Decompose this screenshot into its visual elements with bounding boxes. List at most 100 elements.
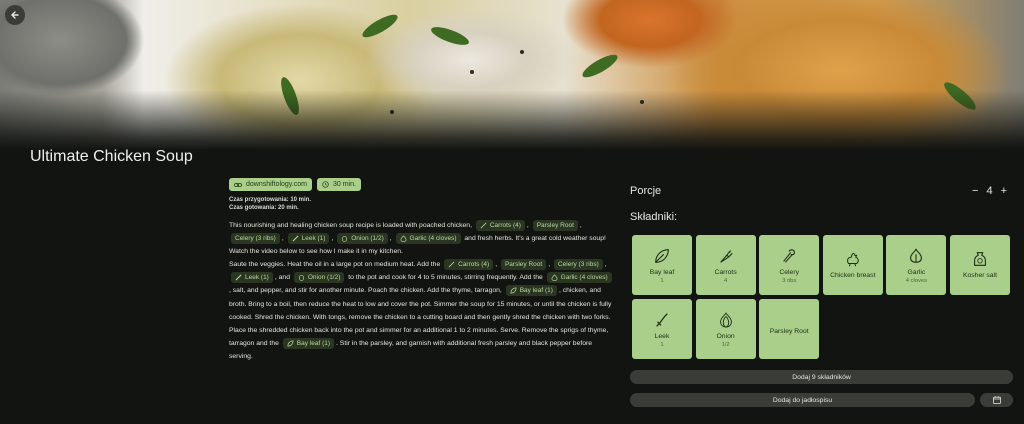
garlic-icon	[400, 235, 407, 242]
desc-text: , salt, and pepper, and stir for another…	[229, 287, 502, 295]
ingredient-chip-leek[interactable]: Leek (1)	[287, 232, 330, 244]
leek-icon	[656, 312, 668, 327]
garlic-icon	[551, 274, 558, 281]
ingredient-tile-garlic[interactable]: Garlic 4 cloves	[886, 235, 947, 295]
ingredient-chip-label: Garlic (4 cloves)	[409, 234, 457, 242]
ingredient-chip-carrots[interactable]: Carrots (4)	[475, 219, 525, 231]
garlic-icon	[910, 248, 923, 263]
back-button[interactable]	[5, 5, 25, 25]
ingredient-qty: 4 cloves	[905, 277, 927, 284]
prep-time: Czas przygotowania: 10 min.	[229, 197, 312, 203]
ingredient-chip-label: Onion (1/2)	[351, 234, 384, 242]
leek-icon	[292, 235, 299, 242]
recipe-hero-image	[0, 0, 1024, 150]
recipe-title: Ultimate Chicken Soup	[30, 148, 193, 165]
ingredient-chip-onion[interactable]: Onion (1/2)	[337, 232, 388, 244]
time-label: 30 min.	[332, 181, 356, 188]
salt-icon	[974, 251, 986, 266]
ingredient-chip-label: Leek (1)	[301, 234, 326, 242]
add-to-meal-plan-button[interactable]: Dodaj do jadłospisu	[630, 393, 975, 407]
recipe-chips: downshiftology.com 30 min.	[229, 178, 361, 191]
ingredient-tile-parsley-root[interactable]: Parsley Root	[759, 299, 820, 359]
clock-icon	[322, 181, 329, 188]
ingredient-chip-parsley-root[interactable]: Parsley Root	[532, 219, 578, 231]
source-link-chip[interactable]: downshiftology.com	[229, 178, 312, 191]
bay-leaf-icon	[287, 340, 294, 347]
herb-decoration	[579, 50, 621, 82]
ingredient-chip-label: Bay leaf (1)	[519, 287, 553, 295]
ingredient-tile-kosher-salt[interactable]: Kosher salt	[949, 235, 1010, 295]
bay-leaf-icon	[510, 287, 517, 294]
carrot-icon	[480, 222, 487, 229]
servings-stepper: − 4 +	[972, 185, 1007, 197]
bay-leaf-icon	[655, 248, 669, 263]
onion-icon	[298, 275, 304, 281]
ingredient-tile-onion[interactable]: Onion 1/2	[695, 299, 756, 359]
ingredient-chip-garlic[interactable]: Garlic (4 cloves)	[395, 232, 461, 244]
ingredient-chip-carrots[interactable]: Carrots (4)	[444, 258, 494, 270]
ingredient-qty: 1	[660, 341, 664, 348]
ingredient-tile-leek[interactable]: Leek 1	[632, 299, 692, 359]
desc-text: and	[278, 274, 290, 282]
ingredient-chip-label: Garlic (4 cloves)	[560, 274, 608, 282]
servings-label: Porcje	[630, 185, 662, 197]
ingredient-chip-label: Bay leaf (1)	[296, 339, 331, 347]
recipe-description: This nourishing and healing chicken soup…	[229, 219, 614, 363]
leek-icon	[235, 274, 242, 281]
ingredient-chip-celery[interactable]: Celery (3 ribs)	[553, 258, 603, 270]
ingredient-name: Chicken breast	[830, 271, 876, 279]
ingredient-name: Kosher salt	[962, 271, 997, 279]
increase-servings-button[interactable]: +	[1001, 185, 1007, 197]
ingredient-tile-celery[interactable]: Celery 3 ribs	[759, 235, 820, 295]
ingredient-chip-parsley-root[interactable]: Parsley Root	[500, 258, 547, 270]
ingredient-qty: 4	[723, 277, 728, 284]
ingredient-chip-label: Celery (3 ribs)	[235, 234, 276, 242]
ingredient-chip-label: Parsley Root	[504, 260, 543, 268]
ingredient-name: Onion	[716, 332, 735, 340]
source-link-label: downshiftology.com	[246, 181, 307, 188]
ingredient-chip-garlic[interactable]: Garlic (4 cloves)	[546, 272, 612, 284]
herb-decoration	[429, 23, 471, 49]
calendar-button[interactable]	[980, 393, 1013, 407]
ingredient-name: Garlic	[907, 268, 926, 276]
ingredient-tile-carrots[interactable]: Carrots 4	[695, 235, 756, 295]
desc-text: Saute the veggies. Heat the oil in a lar…	[229, 261, 441, 269]
desc-text: to the pot and cook for 4 to 5 minutes, …	[348, 274, 543, 282]
chicken-icon	[846, 252, 859, 266]
ingredient-chip-label: Carrots (4)	[489, 221, 521, 229]
ingredient-chip-bay-leaf[interactable]: Bay leaf (1)	[505, 285, 557, 297]
herb-decoration	[359, 10, 401, 42]
ingredients-label: Składniki:	[630, 211, 678, 223]
hero-fade	[0, 90, 1024, 150]
ingredient-name: Celery	[779, 268, 799, 276]
ingredient-name: Bay leaf	[649, 268, 675, 276]
ingredient-chip-onion[interactable]: Onion (1/2)	[293, 272, 345, 284]
ingredient-chip-label: Onion (1/2)	[307, 274, 341, 282]
pepper-decoration	[470, 70, 474, 74]
ingredient-chip-label: Celery (3 ribs)	[557, 260, 599, 268]
ingredient-chip-leek[interactable]: Leek (1)	[231, 272, 273, 284]
pepper-decoration	[520, 50, 524, 54]
decrease-servings-button[interactable]: −	[972, 185, 978, 197]
servings-value: 4	[986, 185, 993, 197]
ingredient-chip-bay-leaf[interactable]: Bay leaf (1)	[282, 337, 335, 349]
carrot-icon	[448, 261, 455, 268]
arrow-left-icon	[11, 11, 19, 19]
ingredient-name: Parsley Root	[769, 327, 809, 335]
ingredient-tile-bay-leaf[interactable]: Bay leaf 1	[632, 235, 692, 295]
ingredient-qty: 1	[660, 277, 664, 284]
ingredient-grid: Bay leaf 1 Carrots 4 Celery 3 ribs Chick…	[632, 235, 1010, 359]
ingredient-qty: 1/2	[721, 341, 730, 348]
add-ingredients-button[interactable]: Dodaj 9 składników	[630, 370, 1013, 384]
ingredient-chip-celery[interactable]: Celery (3 ribs)	[231, 232, 280, 244]
ingredient-chip-label: Leek (1)	[245, 274, 269, 282]
ingredient-tile-chicken-breast[interactable]: Chicken breast	[822, 235, 883, 295]
carrot-icon	[719, 249, 733, 263]
ingredient-chip-label: Carrots (4)	[458, 260, 490, 268]
ingredient-qty: 3 ribs	[782, 277, 797, 284]
onion-icon	[719, 312, 732, 328]
desc-text: This nourishing and healing chicken soup…	[229, 222, 472, 229]
calendar-icon	[992, 396, 1001, 404]
time-chip: 30 min.	[316, 178, 361, 191]
ingredient-name: Carrots	[714, 268, 737, 276]
